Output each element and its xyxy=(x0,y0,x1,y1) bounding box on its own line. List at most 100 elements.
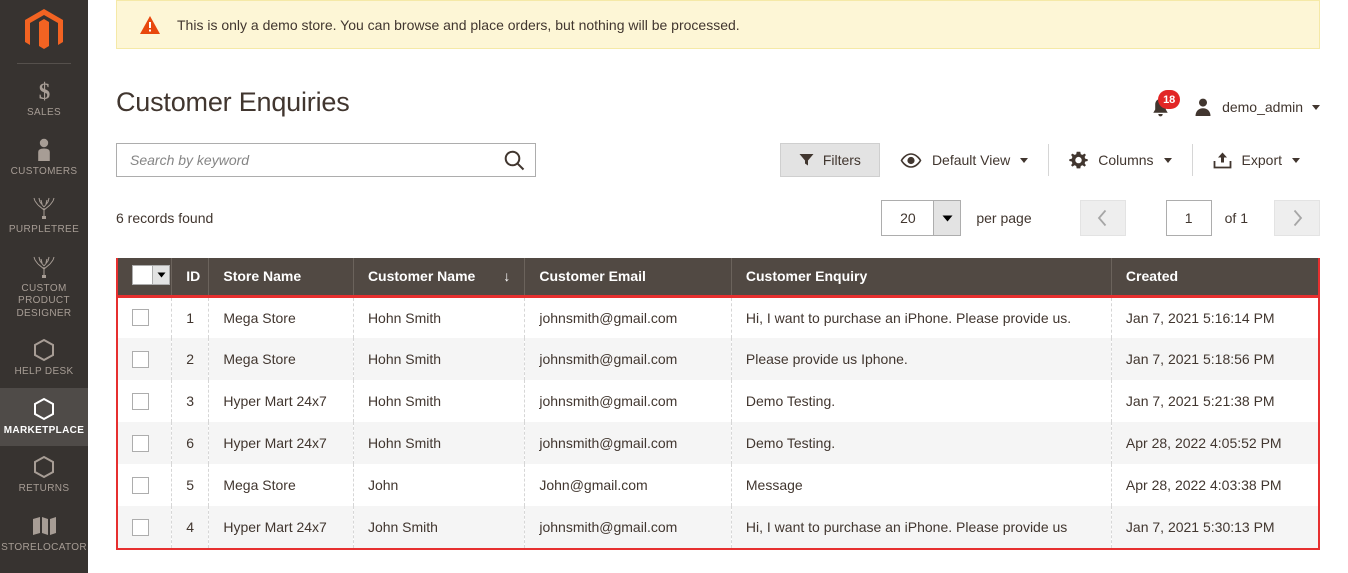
sidebar-item-label: STORELOCATOR xyxy=(1,541,87,553)
page-title: Customer Enquiries xyxy=(116,87,350,117)
demo-notice-text: This is only a demo store. You can brows… xyxy=(177,16,740,33)
filters-button[interactable]: Filters xyxy=(779,143,880,177)
column-header-customer-enquiry[interactable]: Customer Enquiry xyxy=(730,258,1112,296)
admin-page: $ SALES CUSTOMERS PURPLETREE CUSTOM PROD… xyxy=(0,0,1348,573)
chevron-down-icon xyxy=(1163,157,1172,163)
page-number-input[interactable] xyxy=(1165,200,1212,236)
column-header-id[interactable]: ID xyxy=(171,258,209,296)
row-select-cell[interactable] xyxy=(118,380,172,422)
notification-count-badge: 18 xyxy=(1158,90,1181,109)
default-view-selector[interactable]: Default View xyxy=(880,144,1048,176)
row-checkbox[interactable] xyxy=(132,309,149,327)
per-page-label: per page xyxy=(976,210,1032,226)
cell-created: Jan 7, 2021 5:16:14 PM xyxy=(1110,296,1318,338)
select-all-checkbox[interactable] xyxy=(133,266,152,285)
table-row[interactable]: 1 Mega Store Hohn Smith johnsmith@gmail.com… xyxy=(118,296,1318,338)
cell-customer-email: johnsmith@gmail.com xyxy=(524,296,732,338)
row-select-cell[interactable] xyxy=(118,464,172,506)
table-header-row: ID Store Name Customer Name ↓ Customer E… xyxy=(118,258,1318,296)
map-icon xyxy=(31,513,57,539)
cell-customer-name: Hohn Smith xyxy=(352,422,525,464)
row-checkbox[interactable] xyxy=(132,350,149,368)
cell-customer-enquiry: Please provide us Iphone. xyxy=(730,338,1112,380)
magento-logo[interactable] xyxy=(0,0,88,62)
sidebar-item-customers[interactable]: CUSTOMERS xyxy=(0,129,88,188)
table-row[interactable]: 2 Mega Store Hohn Smith johnsmith@gmail.com… xyxy=(118,338,1318,380)
eye-icon xyxy=(900,152,922,168)
cell-customer-name: Hohn Smith xyxy=(352,380,525,422)
columns-label: Columns xyxy=(1098,152,1154,168)
cell-id: 3 xyxy=(171,380,209,422)
hexagon-icon xyxy=(33,454,55,480)
cell-customer-name: John xyxy=(352,464,525,506)
cell-created: Jan 7, 2021 5:18:56 PM xyxy=(1110,338,1318,380)
search-button[interactable] xyxy=(503,149,525,171)
sidebar-item-returns[interactable]: RETURNS xyxy=(0,446,88,505)
sidebar-item-storelocator[interactable]: STORELOCATOR xyxy=(0,505,88,564)
search-box[interactable] xyxy=(116,143,536,177)
magento-logo-icon xyxy=(25,9,63,49)
next-page-button[interactable] xyxy=(1274,200,1320,236)
tree-icon xyxy=(31,195,57,221)
row-select-cell[interactable] xyxy=(118,296,172,338)
notifications-bell[interactable]: 18 xyxy=(1147,90,1181,120)
column-header-label: ID xyxy=(186,268,201,285)
sidebar-item-label: HELP DESK xyxy=(14,366,74,377)
chevron-down-icon xyxy=(933,201,961,235)
cell-created: Jan 7, 2021 5:30:13 PM xyxy=(1110,506,1318,548)
column-header-store-name[interactable]: Store Name xyxy=(208,258,354,296)
previous-page-button[interactable] xyxy=(1079,200,1126,236)
column-header-customer-name[interactable]: Customer Name ↓ xyxy=(352,258,525,296)
chevron-down-icon xyxy=(1020,157,1029,163)
table-body: 1 Mega Store Hohn Smith johnsmith@gmail.com… xyxy=(118,296,1318,548)
row-checkbox[interactable] xyxy=(132,434,149,452)
cell-store-name: Hyper Mart 24x7 xyxy=(208,380,354,422)
records-found-text: 6 records found xyxy=(116,210,214,226)
chevron-down-icon xyxy=(1312,104,1320,110)
chevron-down-icon[interactable] xyxy=(152,266,169,285)
hexagon-icon xyxy=(33,396,55,422)
dollar-icon: $ xyxy=(36,78,53,104)
table-head: ID Store Name Customer Name ↓ Customer E… xyxy=(118,258,1318,296)
table-row[interactable]: 3 Hyper Mart 24x7 Hohn Smith johnsmith@gmai… xyxy=(118,380,1318,422)
export-selector[interactable]: Export xyxy=(1191,144,1320,176)
row-checkbox[interactable] xyxy=(132,518,149,536)
sidebar-item-help-desk[interactable]: HELP DESK xyxy=(0,329,88,388)
sidebar-divider xyxy=(17,63,71,64)
tree-icon xyxy=(31,254,57,280)
cell-customer-email: johnsmith@gmail.com xyxy=(524,380,732,422)
select-all-checkbox-dropdown[interactable] xyxy=(132,265,170,286)
sidebar-item-marketplace[interactable]: MARKETPLACE xyxy=(0,387,88,446)
cell-store-name: Hyper Mart 24x7 xyxy=(208,506,354,548)
column-header-created[interactable]: Created xyxy=(1110,258,1318,296)
cell-customer-enquiry: Demo Testing. xyxy=(730,380,1112,422)
page-header: Customer Enquiries 18 demo_admin xyxy=(116,49,1320,120)
row-select-cell[interactable] xyxy=(118,338,172,380)
sidebar-item-purpletree[interactable]: PURPLETREE xyxy=(0,187,88,246)
sidebar-item-label: SALES xyxy=(27,107,61,118)
admin-user-menu[interactable]: demo_admin xyxy=(1193,97,1320,117)
export-label: Export xyxy=(1241,152,1282,168)
sidebar-item-custom-product-designer[interactable]: CUSTOM PRODUCT DESIGNER xyxy=(0,246,88,330)
per-page-select[interactable]: 20 xyxy=(881,200,962,236)
cell-customer-enquiry: Hi, I want to purchase an iPhone. Please… xyxy=(730,506,1112,548)
row-checkbox[interactable] xyxy=(132,392,149,410)
table-row[interactable]: 5 Mega Store John John@gmail.com Message Apr … xyxy=(118,464,1318,506)
search-input[interactable] xyxy=(130,152,503,168)
table-row[interactable]: 6 Hyper Mart 24x7 Hohn Smith johnsmith@gmai… xyxy=(118,422,1318,464)
row-select-cell[interactable] xyxy=(118,422,172,464)
row-checkbox[interactable] xyxy=(132,476,149,494)
columns-selector[interactable]: Columns xyxy=(1048,144,1191,176)
row-select-cell[interactable] xyxy=(118,506,172,548)
chevron-left-icon xyxy=(1097,209,1107,227)
column-header-customer-email[interactable]: Customer Email xyxy=(524,258,732,296)
select-all-header[interactable] xyxy=(118,258,172,296)
page-input-wrap xyxy=(1165,200,1212,236)
demo-store-notice: This is only a demo store. You can brows… xyxy=(116,0,1320,49)
table-row[interactable]: 4 Hyper Mart 24x7 John Smith johnsmith@gmai… xyxy=(118,506,1318,548)
sidebar-item-label: RETURNS xyxy=(18,483,70,494)
enquiries-grid: ID Store Name Customer Name ↓ Customer E… xyxy=(116,258,1320,550)
sidebar-item-sales[interactable]: $ SALES xyxy=(0,70,88,129)
upload-icon xyxy=(1213,152,1231,168)
sort-descending-icon: ↓ xyxy=(503,268,511,285)
